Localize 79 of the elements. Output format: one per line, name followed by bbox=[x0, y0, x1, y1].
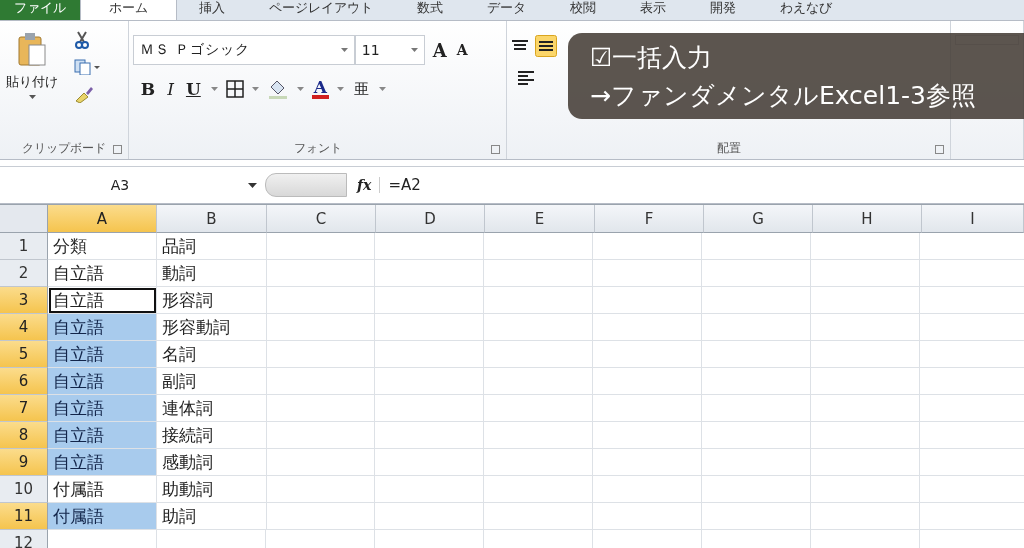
insert-function-button[interactable]: fx bbox=[357, 177, 381, 193]
copy-icon[interactable] bbox=[74, 59, 100, 75]
caption-text: ☑一括入力 bbox=[590, 42, 713, 74]
column-header[interactable]: D bbox=[376, 205, 485, 233]
dialog-launcher-icon[interactable] bbox=[935, 145, 944, 154]
caret-icon bbox=[296, 87, 304, 91]
row-header[interactable]: 12 bbox=[0, 530, 48, 548]
table-cell: 自立語 bbox=[48, 395, 157, 422]
font-name-field[interactable]: ＭＳ Ｐゴシック bbox=[132, 35, 355, 65]
row-header[interactable]: 4 bbox=[0, 314, 48, 341]
row-header[interactable]: 9 bbox=[0, 449, 48, 476]
column-header[interactable]: B bbox=[157, 205, 267, 233]
ribbon-tab[interactable]: 数式 bbox=[395, 0, 465, 20]
caret-icon bbox=[251, 87, 259, 91]
ribbon-tab[interactable]: ページレイアウト bbox=[247, 0, 395, 20]
italic-button[interactable]: I bbox=[165, 79, 176, 99]
clipboard-icon bbox=[17, 31, 47, 69]
caret-icon bbox=[410, 48, 418, 52]
ribbon-tab[interactable]: 挿入 bbox=[177, 0, 247, 20]
table-cell: 自立語 bbox=[48, 341, 157, 368]
caret-icon bbox=[210, 87, 218, 91]
ribbon-tab[interactable]: 表示 bbox=[618, 0, 688, 20]
caret-icon bbox=[340, 48, 348, 52]
table-cell: 自立語 bbox=[48, 422, 157, 449]
group-label: 配置 bbox=[716, 139, 741, 157]
splitter-handle[interactable] bbox=[265, 173, 347, 197]
align-middle-icon[interactable] bbox=[535, 35, 558, 57]
row-header[interactable]: 3 bbox=[0, 287, 48, 314]
table-cell: 自立語 bbox=[48, 314, 157, 341]
table-cell: 自立語 bbox=[48, 368, 157, 395]
underline-button[interactable]: U bbox=[183, 79, 203, 99]
caret-icon bbox=[28, 95, 36, 99]
column-header[interactable]: I bbox=[922, 205, 1024, 233]
align-left-icon[interactable] bbox=[517, 71, 536, 85]
paste-button[interactable]: 貼り付け bbox=[4, 27, 60, 137]
column-header[interactable]: F bbox=[595, 205, 704, 233]
row-header[interactable]: 8 bbox=[0, 422, 48, 449]
group-label: クリップボード bbox=[21, 139, 106, 157]
row-header[interactable]: 2 bbox=[0, 260, 48, 287]
file-tab[interactable]: ファイル bbox=[0, 0, 80, 20]
phonetic-button[interactable]: 亜 bbox=[351, 79, 371, 99]
row-header[interactable]: 7 bbox=[0, 395, 48, 422]
group-label: フォント bbox=[293, 139, 342, 157]
grow-font-button[interactable]: A bbox=[430, 39, 449, 61]
shrink-font-button[interactable]: A bbox=[454, 42, 470, 58]
row-header[interactable]: 6 bbox=[0, 368, 48, 395]
fill-bucket-icon[interactable] bbox=[266, 79, 289, 99]
table-cell: 付属語 bbox=[48, 503, 157, 530]
row-header[interactable]: 10 bbox=[0, 476, 48, 503]
brush-icon[interactable] bbox=[74, 85, 94, 103]
ribbon-tab[interactable]: 校閲 bbox=[548, 0, 618, 20]
column-header[interactable]: E bbox=[485, 205, 595, 233]
column-header[interactable]: A bbox=[48, 205, 157, 233]
formula-field[interactable]: =A2 bbox=[388, 176, 421, 194]
font-size-field[interactable]: 11 bbox=[354, 35, 425, 65]
row-header[interactable]: 11 bbox=[0, 503, 48, 530]
caret-icon[interactable] bbox=[248, 182, 257, 188]
caret-icon bbox=[378, 87, 386, 91]
column-header[interactable]: C bbox=[267, 205, 376, 233]
caption-text: →ファンダメンタルExcel1-3参照 bbox=[590, 80, 976, 112]
table-cell: 自立語 bbox=[48, 287, 157, 314]
borders-icon[interactable] bbox=[225, 80, 244, 98]
column-header[interactable]: G bbox=[704, 205, 813, 233]
column-header[interactable]: H bbox=[813, 205, 922, 233]
dialog-launcher-icon[interactable] bbox=[112, 145, 122, 154]
table-cell: 自立語 bbox=[48, 449, 157, 476]
row-header[interactable]: 5 bbox=[0, 341, 48, 368]
scissors-icon[interactable] bbox=[74, 31, 90, 49]
bold-button[interactable]: B bbox=[138, 79, 158, 99]
ribbon-tab[interactable]: わえなび bbox=[758, 0, 854, 20]
ribbon-tab[interactable]: ホーム bbox=[80, 0, 177, 20]
caret-icon bbox=[336, 87, 344, 91]
row-header[interactable]: 1 bbox=[0, 233, 48, 260]
ribbon-tab[interactable]: 開発 bbox=[688, 0, 758, 20]
name-box[interactable]: A3 bbox=[0, 177, 240, 193]
align-top-icon[interactable] bbox=[511, 39, 530, 53]
font-color-button[interactable]: A bbox=[311, 79, 329, 99]
dialog-launcher-icon[interactable] bbox=[491, 145, 501, 154]
ribbon-tab[interactable]: データ bbox=[465, 0, 548, 20]
